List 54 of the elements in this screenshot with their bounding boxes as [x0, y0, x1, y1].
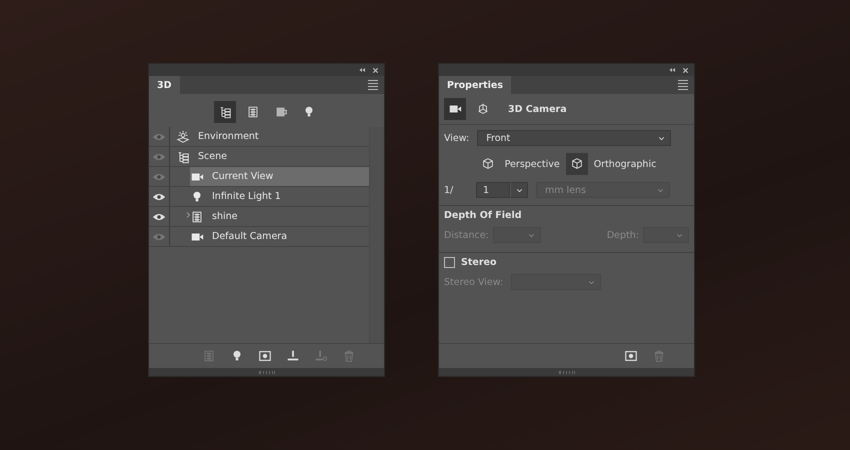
panel-tab[interactable]: 3D [149, 76, 180, 94]
stereo-label: Stereo [461, 257, 496, 268]
properties-heading: 3D Camera [508, 104, 567, 114]
mesh-grid-icon [190, 210, 204, 224]
ground-button[interactable] [286, 349, 300, 363]
trash-icon [652, 349, 666, 363]
layer-name: Scene [198, 151, 227, 162]
view-label: View: [444, 132, 470, 144]
layer-item[interactable]: Default Camera [190, 227, 369, 246]
filter-button[interactable] [214, 101, 236, 123]
cube-icon [480, 157, 495, 171]
cube-icon [570, 157, 584, 171]
close-icon [682, 66, 689, 74]
zoom-field[interactable]: 1 [476, 182, 510, 198]
mode-button[interactable] [444, 98, 466, 120]
mesh-grid-icon [202, 349, 216, 363]
projection-button[interactable] [566, 153, 588, 175]
layer-item[interactable]: Scene [176, 147, 369, 166]
material-swatch-icon [274, 105, 288, 119]
projection-label: Perspective [504, 158, 560, 170]
layer-item[interactable]: Environment [176, 127, 369, 146]
collapse-icon[interactable] [668, 66, 676, 74]
render-button[interactable] [258, 349, 272, 363]
mesh-grid-icon [246, 105, 260, 119]
scene-tree-icon [176, 150, 190, 164]
layer-name: Environment [198, 131, 259, 142]
projection-label: Orthographic [594, 158, 656, 170]
collapse-icon[interactable] [358, 66, 366, 74]
zoom-label: 1/ [444, 184, 454, 196]
scene-tree-icon [218, 105, 232, 119]
zoom-dropdown-button[interactable] [510, 182, 528, 198]
panel-tab[interactable]: Properties [439, 76, 511, 94]
layer-item[interactable]: Infinite Light 1 [190, 187, 369, 206]
stereo-checkbox[interactable] [444, 257, 455, 268]
axes-icon [476, 102, 490, 116]
resize-grip-icon[interactable] [258, 370, 274, 374]
resize-grip-icon[interactable] [558, 370, 574, 374]
layer-name: shine [212, 211, 238, 222]
render-button[interactable] [624, 349, 638, 363]
trash-icon [342, 349, 356, 363]
scrollbar-track[interactable] [369, 127, 384, 343]
close-icon [372, 66, 379, 74]
sun-icon [176, 130, 190, 144]
layer-name: Current View [212, 171, 274, 182]
pin-icon [314, 349, 328, 363]
view-dropdown[interactable]: Front [477, 130, 672, 146]
section-title: Depth Of Field [444, 210, 523, 221]
layer-name: Infinite Light 1 [212, 191, 281, 202]
layer-name: Default Camera [212, 231, 288, 242]
pin-icon [286, 349, 300, 363]
render-frame-icon [624, 349, 638, 363]
layer-item[interactable]: Current View [190, 167, 369, 186]
render-frame-icon [258, 349, 272, 363]
layer-item[interactable]: shine [190, 207, 369, 226]
